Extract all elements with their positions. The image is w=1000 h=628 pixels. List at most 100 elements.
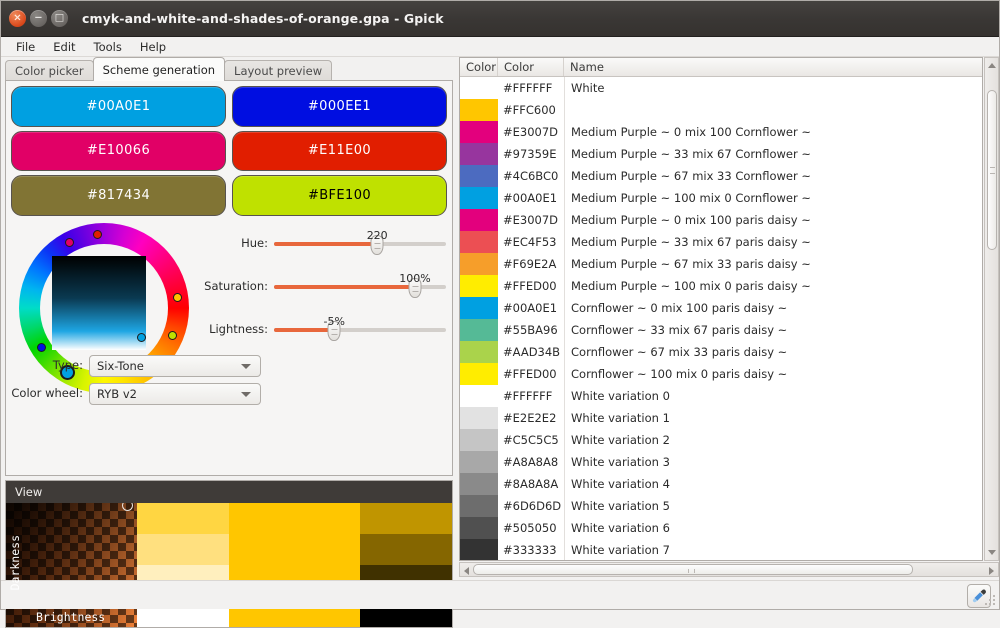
table-row[interactable]: #C5C5C5 White variation 2 (460, 429, 982, 451)
table-row[interactable]: #333333 White variation 7 (460, 539, 982, 560)
row-color-swatch[interactable] (460, 473, 498, 495)
type-select[interactable]: Six-Tone (89, 355, 261, 377)
scheme-swatch[interactable]: #00A0E1 (11, 86, 226, 127)
table-row[interactable]: #FFFFFF White (460, 77, 982, 99)
menu-item-help[interactable]: Help (131, 38, 175, 56)
table-row[interactable]: #FFFFFF White variation 0 (460, 385, 982, 407)
row-hex: #97359E (503, 147, 557, 161)
row-hex: #AAD34B (503, 345, 561, 359)
tab-scheme-generation[interactable]: Scheme generation (92, 57, 226, 81)
square-marker[interactable] (137, 333, 146, 342)
row-color-swatch[interactable] (460, 363, 498, 385)
column-header-2[interactable]: Color (498, 58, 564, 76)
row-color-swatch[interactable] (460, 253, 498, 275)
row-color-swatch[interactable] (460, 407, 498, 429)
window-minimize-button[interactable]: − (30, 10, 47, 27)
row-color-swatch[interactable] (460, 429, 498, 451)
hue-slider[interactable]: 220 (274, 229, 446, 255)
row-color-swatch[interactable] (460, 539, 498, 560)
table-row[interactable]: #AAD34B Cornflower ~ 67 mix 33 paris dais… (460, 341, 982, 363)
shade-band[interactable] (360, 503, 452, 534)
tab-color-picker[interactable]: Color picker (5, 60, 94, 81)
row-hex: #FFED00 (503, 279, 557, 293)
row-color-swatch[interactable] (460, 275, 498, 297)
row-color-swatch[interactable] (460, 319, 498, 341)
color-list-vertical-scrollbar[interactable] (984, 57, 999, 561)
row-color-swatch[interactable] (460, 231, 498, 253)
row-color-swatch[interactable] (460, 143, 498, 165)
table-row[interactable]: #EC4F53 Medium Purple ~ 33 mix 67 paris d… (460, 231, 982, 253)
row-color-swatch[interactable] (460, 187, 498, 209)
wheel-marker[interactable] (64, 238, 74, 248)
table-row[interactable]: #55BA96 Cornflower ~ 33 mix 67 paris dais… (460, 319, 982, 341)
table-row[interactable]: #FFED00 Medium Purple ~ 100 mix 0 paris d… (460, 275, 982, 297)
row-color-swatch[interactable] (460, 495, 498, 517)
row-name: Medium Purple ~ 67 mix 33 paris daisy ~ (564, 253, 982, 275)
table-row[interactable]: #E3007D Medium Purple ~ 0 mix 100 paris d… (460, 209, 982, 231)
table-row[interactable]: #FFC600 (460, 99, 982, 121)
scheme-swatch[interactable]: #BFE100 (232, 175, 447, 216)
table-row[interactable]: #E2E2E2 White variation 1 (460, 407, 982, 429)
row-color-swatch[interactable] (460, 451, 498, 473)
grip-dot (989, 599, 991, 601)
lightness-slider[interactable]: -5% (274, 315, 446, 341)
grip-dot (985, 603, 987, 605)
scheme-swatch[interactable]: #E11E00 (232, 130, 447, 172)
row-color-swatch[interactable] (460, 77, 498, 99)
saturation-value-square[interactable] (52, 256, 146, 350)
scroll-down-icon[interactable] (988, 550, 996, 555)
table-row[interactable]: #505050 White variation 6 (460, 517, 982, 539)
scheme-swatch[interactable]: #000EE1 (232, 86, 447, 127)
row-color-swatch[interactable] (460, 209, 498, 231)
row-hex: #EC4F53 (503, 235, 557, 249)
table-row[interactable]: #FFED00 Cornflower ~ 100 mix 0 paris dais… (460, 363, 982, 385)
saturation-slider[interactable]: 100% (274, 272, 446, 298)
resize-grip[interactable] (985, 595, 997, 607)
table-row[interactable]: #4C6BC0 Medium Purple ~ 67 mix 33 Cornflo… (460, 165, 982, 187)
column-header-1[interactable]: Color (460, 58, 498, 76)
scroll-right-icon[interactable] (989, 567, 994, 575)
color-list-horizontal-scrollbar[interactable] (459, 562, 999, 577)
color-wheel-select[interactable]: RYB v2 (89, 383, 261, 405)
row-color-swatch[interactable] (460, 341, 498, 363)
window-maximize-button[interactable]: □ (51, 10, 68, 27)
color-wheel-value: RYB v2 (97, 387, 137, 401)
wheel-marker[interactable] (172, 293, 182, 303)
hue-value: 220 (366, 229, 388, 242)
menu-item-tools[interactable]: Tools (85, 38, 131, 56)
shade-band[interactable] (360, 534, 452, 565)
menu-item-edit[interactable]: Edit (44, 38, 84, 56)
scheme-swatch[interactable]: #817434 (11, 175, 226, 216)
scheme-swatch[interactable]: #E10066 (11, 130, 226, 172)
table-row[interactable]: #E3007D Medium Purple ~ 0 mix 100 Cornflo… (460, 121, 982, 143)
table-row[interactable]: #8A8A8A White variation 4 (460, 473, 982, 495)
column-header-3[interactable]: Name (564, 58, 982, 76)
scheme-swatch-grid: #00A0E1 #000EE1 #E10066 #E11E00 #817434 #BFE1… (11, 86, 447, 216)
tint-band[interactable] (137, 534, 229, 565)
table-row[interactable]: #F69E2A Medium Purple ~ 67 mix 33 paris d… (460, 253, 982, 275)
tab-layout-preview[interactable]: Layout preview (224, 60, 333, 81)
table-row[interactable]: #6D6D6D White variation 5 (460, 495, 982, 517)
window-close-button[interactable]: × (9, 10, 26, 27)
scroll-up-icon[interactable] (988, 63, 996, 68)
row-name: White variation 0 (564, 385, 982, 407)
row-color-swatch[interactable] (460, 99, 498, 121)
wheel-marker[interactable] (93, 229, 103, 239)
row-color-swatch[interactable] (460, 121, 498, 143)
type-label: Type: (52, 358, 83, 372)
row-color-swatch[interactable] (460, 385, 498, 407)
row-color-swatch[interactable] (460, 517, 498, 539)
row-color-swatch[interactable] (460, 165, 498, 187)
row-hex: #FFC600 (503, 103, 556, 117)
table-row[interactable]: #00A0E1 Medium Purple ~ 100 mix 0 Cornflo… (460, 187, 982, 209)
row-color-swatch[interactable] (460, 297, 498, 319)
table-row[interactable]: #A8A8A8 White variation 3 (460, 451, 982, 473)
table-row[interactable]: #97359E Medium Purple ~ 33 mix 67 Cornflo… (460, 143, 982, 165)
tint-band[interactable] (137, 503, 229, 534)
menu-item-file[interactable]: File (7, 38, 44, 56)
vertical-scroll-thumb[interactable] (987, 90, 997, 250)
horizontal-scroll-thumb[interactable] (473, 564, 913, 575)
scroll-left-icon[interactable] (464, 567, 469, 575)
chevron-down-icon (241, 391, 251, 397)
table-row[interactable]: #00A0E1 Cornflower ~ 0 mix 100 paris dais… (460, 297, 982, 319)
